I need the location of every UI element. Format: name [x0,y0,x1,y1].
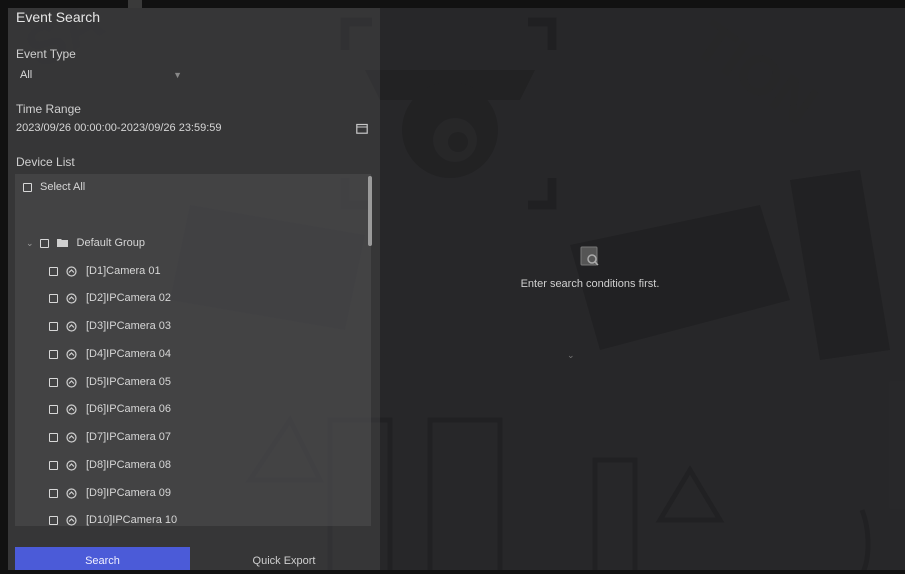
camera-icon [66,265,77,277]
camera-icon [66,292,77,304]
empty-result-icon [580,246,599,266]
camera-checkbox[interactable] [49,404,58,414]
group-checkbox[interactable] [39,238,49,248]
camera-checkbox[interactable] [49,460,58,470]
calendar-icon[interactable] [356,123,368,134]
camera-label: [D5]IPCamera 05 [86,376,171,388]
camera-checkbox[interactable] [49,432,58,442]
camera-icon [66,403,77,415]
camera-label: [D10]IPCamera 10 [86,514,178,526]
select-all-row[interactable]: Select All [23,178,85,196]
camera-label: [D3]IPCamera 03 [86,320,171,332]
camera-row[interactable]: [D4]IPCamera 04 [49,345,171,363]
camera-icon [66,459,77,471]
camera-checkbox[interactable] [49,488,58,498]
device-list-scrollbar[interactable] [368,176,372,246]
chevron-down-icon[interactable]: ⌄ [26,238,34,249]
camera-label: [D7]IPCamera 07 [86,431,171,443]
time-range-field[interactable]: 2023/09/26 00:00:00-2023/09/26 23:59:59 [16,122,222,134]
camera-icon [66,348,77,360]
group-row[interactable]: ⌄ Default Group [26,234,145,252]
camera-row[interactable]: [D3]IPCamera 03 [49,317,171,335]
device-list-label: Device List [16,155,75,169]
event-type-select[interactable]: All ▼ [16,64,186,86]
camera-label: [D8]IPCamera 08 [86,459,171,471]
camera-label: [D2]IPCamera 02 [86,292,171,304]
camera-icon [66,376,77,388]
chevron-down-icon: ▼ [173,70,182,80]
window-left-edge [0,0,8,574]
camera-row[interactable]: [D6]IPCamera 06 [49,400,171,418]
select-all-checkbox[interactable] [23,182,32,192]
camera-row[interactable]: [D9]IPCamera 09 [49,484,171,502]
window-top-bar [0,0,905,8]
window-tab [128,0,142,8]
event-type-value: All [20,69,33,81]
camera-row[interactable]: [D1]Camera 01 [49,262,161,280]
search-results-panel [380,8,905,574]
page-title: Event Search [16,9,101,25]
camera-icon [66,431,77,443]
camera-checkbox[interactable] [49,349,58,359]
camera-label: [D4]IPCamera 04 [86,348,171,360]
camera-row[interactable]: [D5]IPCamera 05 [49,373,171,391]
camera-row[interactable]: [D2]IPCamera 02 [49,289,171,307]
camera-checkbox[interactable] [49,321,58,331]
camera-row[interactable]: [D8]IPCamera 08 [49,456,171,474]
time-range-label: Time Range [16,102,81,116]
window-bottom-edge [0,570,905,574]
camera-icon [66,320,77,332]
camera-label: [D1]Camera 01 [86,265,161,277]
event-type-label: Event Type [16,47,76,61]
folder-icon [56,239,68,247]
camera-label: [D9]IPCamera 09 [86,487,171,499]
group-label: Default Group [76,237,146,249]
camera-row[interactable]: [D10]IPCamera 10 [49,511,177,529]
camera-label: [D6]IPCamera 06 [86,403,171,415]
camera-icon [66,514,77,526]
empty-result-message: Enter search conditions first. [520,278,660,290]
camera-icon [66,487,77,499]
camera-row[interactable]: [D7]IPCamera 07 [49,428,171,446]
camera-checkbox[interactable] [49,293,58,303]
camera-checkbox[interactable] [49,266,58,276]
select-all-label: Select All [40,181,86,193]
chevron-down-icon: ⌄ [567,350,575,360]
camera-checkbox[interactable] [49,515,58,525]
camera-checkbox[interactable] [49,377,58,387]
